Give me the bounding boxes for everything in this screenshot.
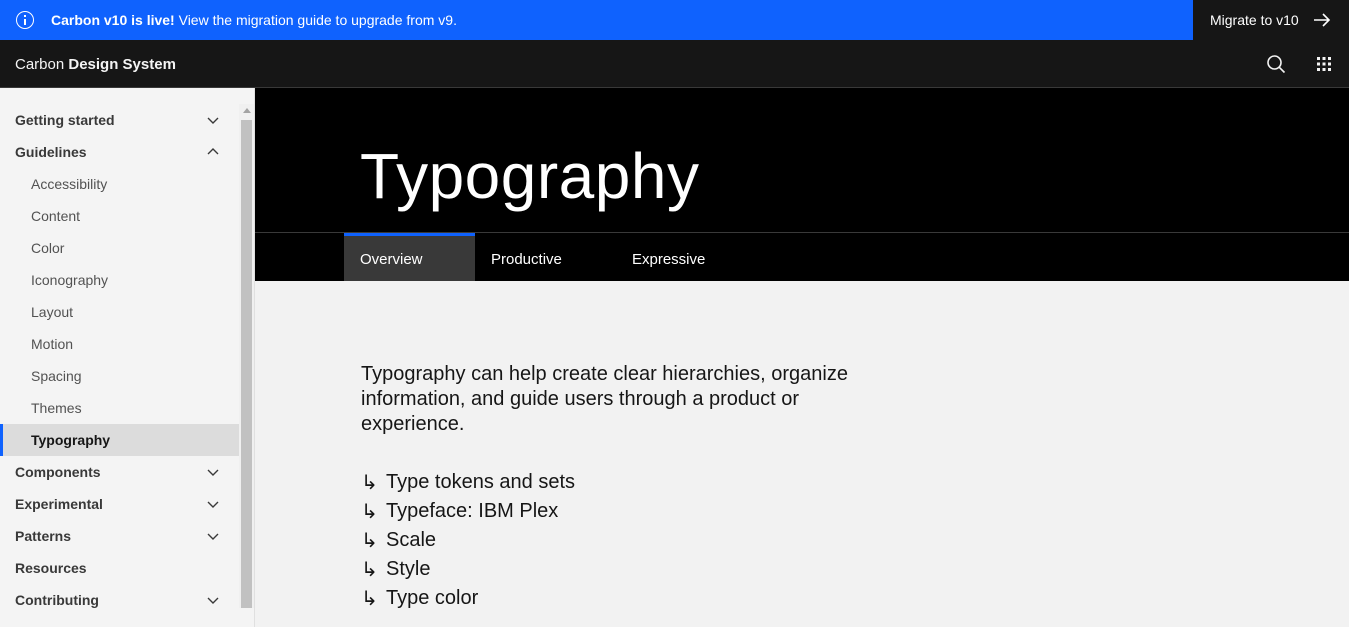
nav-item-label: Guidelines	[15, 144, 87, 160]
anchor-link-type-tokens[interactable]: ↳ Type tokens and sets	[361, 468, 761, 497]
anchor-link-label: Style	[386, 558, 431, 580]
arrow-down-right-icon: ↳	[361, 470, 378, 494]
anchor-links: ↳ Type tokens and sets ↳ Typeface: IBM P…	[361, 468, 761, 613]
nav-subitem-label: Content	[31, 208, 81, 224]
nav-subitem-motion[interactable]: Motion	[0, 328, 239, 360]
nav-item-label: Experimental	[15, 496, 103, 512]
logo-strong-text: Design System	[68, 56, 176, 73]
app-switcher-button[interactable]	[1308, 48, 1340, 80]
nav-item-patterns[interactable]: Patterns	[0, 520, 239, 552]
lead-paragraph: Typography can help create clear hierarc…	[361, 363, 848, 435]
anchor-link-typeface[interactable]: ↳ Typeface: IBM Plex	[361, 497, 761, 526]
arrow-down-right-icon: ↳	[361, 528, 378, 552]
tab-expressive[interactable]: Expressive	[616, 233, 757, 281]
nav-subitem-label: Typography	[31, 432, 111, 448]
main-content: Typography can help create clear hierarc…	[255, 281, 1349, 627]
sidebar-scrollbar[interactable]	[239, 104, 254, 608]
nav-item-experimental[interactable]: Experimental	[0, 488, 239, 520]
nav-item-components[interactable]: Components	[0, 456, 239, 488]
nav-subitem-content[interactable]: Content	[0, 200, 239, 232]
banner-message: Carbon v10 is live! View the migration g…	[51, 12, 457, 28]
nav-subitem-label: Spacing	[31, 368, 82, 384]
anchor-link-type-color[interactable]: ↳ Type color	[361, 584, 761, 613]
chevron-down-icon	[207, 533, 219, 540]
logo-light-text: Carbon	[15, 56, 69, 73]
scroll-up-arrow-icon[interactable]	[243, 108, 251, 113]
nav-item-getting-started[interactable]: Getting started	[0, 104, 239, 136]
global-header: Carbon Design System	[0, 40, 1349, 88]
anchor-link-label: Type color	[386, 587, 479, 609]
nav-subitem-label: Layout	[31, 304, 74, 320]
anchor-link-style[interactable]: ↳ Style	[361, 555, 761, 584]
arrow-down-right-icon: ↳	[361, 499, 378, 523]
chevron-down-icon	[207, 501, 219, 508]
nav-subitem-typography[interactable]: Typography	[0, 424, 239, 456]
anchor-link-label: Type tokens and sets	[386, 471, 576, 493]
page-tabs: Overview Productive Expressive	[255, 232, 1349, 281]
banner-body-text: View the migration guide to upgrade from…	[174, 12, 457, 28]
nav-item-label: Getting started	[15, 112, 115, 128]
nav-subitem-label: Iconography	[31, 272, 109, 288]
banner-strong-text: Carbon v10 is live!	[51, 12, 175, 28]
nav-subitem-label: Motion	[31, 336, 74, 352]
nav-item-resources[interactable]: Resources	[0, 552, 239, 584]
nav-item-label: Contributing	[15, 592, 99, 608]
nav-item-label: Patterns	[15, 528, 72, 544]
tab-label: Expressive	[632, 251, 706, 268]
nav-subitem-label: Color	[31, 240, 65, 256]
side-nav: Getting started Guidelines Accessibility…	[0, 88, 255, 627]
page-title: Typography	[360, 140, 700, 212]
tab-overview[interactable]: Overview	[344, 233, 475, 281]
nav-item-guidelines[interactable]: Guidelines	[0, 136, 239, 168]
tab-productive[interactable]: Productive	[475, 233, 616, 281]
arrow-down-right-icon: ↳	[361, 557, 378, 581]
anchor-link-label: Typeface: IBM Plex	[386, 500, 559, 522]
site-logo[interactable]: Carbon Design System	[15, 56, 176, 73]
nav-subitem-accessibility[interactable]: Accessibility	[0, 168, 239, 200]
arrow-down-right-icon: ↳	[361, 586, 378, 610]
nav-item-label: Components	[15, 464, 101, 480]
chevron-down-icon	[207, 117, 219, 124]
nav-subitem-themes[interactable]: Themes	[0, 392, 239, 424]
nav-subitem-label: Accessibility	[31, 176, 108, 192]
nav-subitem-label: Themes	[31, 400, 82, 416]
chevron-down-icon	[207, 597, 219, 604]
nav-item-contributing[interactable]: Contributing	[0, 584, 239, 616]
nav-item-label: Resources	[15, 560, 87, 576]
anchor-link-label: Scale	[386, 529, 437, 551]
tab-label: Overview	[360, 251, 423, 268]
search-button[interactable]	[1260, 48, 1292, 80]
search-icon	[1267, 55, 1286, 74]
chevron-up-icon	[207, 148, 219, 155]
scrollbar-thumb[interactable]	[241, 120, 252, 608]
migrate-button-label: Migrate to v10	[1210, 12, 1299, 28]
page-hero: Typography	[255, 88, 1349, 232]
chevron-down-icon	[207, 469, 219, 476]
nav-subitem-iconography[interactable]: Iconography	[0, 264, 239, 296]
nav-subitem-color[interactable]: Color	[0, 232, 239, 264]
tab-label: Productive	[491, 251, 562, 268]
nav-subitem-layout[interactable]: Layout	[0, 296, 239, 328]
nav-subitem-spacing[interactable]: Spacing	[0, 360, 239, 392]
info-icon	[16, 11, 34, 29]
announcement-banner: Carbon v10 is live! View the migration g…	[0, 0, 1349, 40]
app-switcher-icon	[1317, 57, 1331, 71]
migrate-button[interactable]: Migrate to v10	[1193, 0, 1349, 40]
anchor-link-scale[interactable]: ↳ Scale	[361, 526, 761, 555]
side-nav-list: Getting started Guidelines Accessibility…	[0, 104, 239, 616]
arrow-right-icon	[1314, 13, 1331, 27]
